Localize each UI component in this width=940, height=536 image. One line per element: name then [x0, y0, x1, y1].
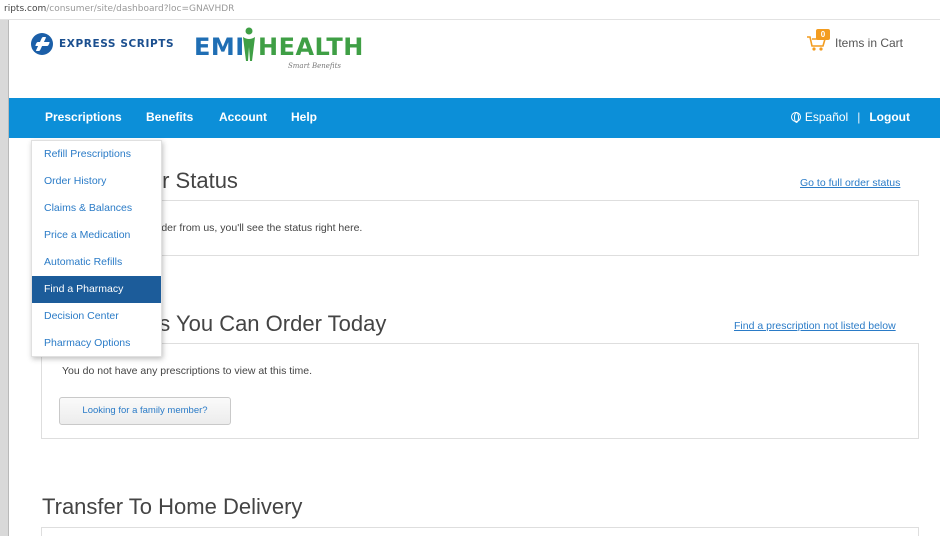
emi-logo-text: EMI — [194, 33, 245, 61]
site-header — [9, 20, 940, 98]
url-domain: ripts.com — [4, 4, 47, 14]
order-status-message: order from us, you'll see the status rig… — [152, 222, 363, 234]
emi-tagline: Smart Benefits — [288, 62, 342, 70]
prescriptions-today-title: ns You Can Order Today — [147, 311, 387, 336]
menu-item-claims-balances[interactable]: Claims & Balances — [32, 195, 161, 222]
menu-item-pharmacy-options[interactable]: Pharmacy Options — [32, 330, 161, 357]
menu-item-refill-prescriptions[interactable]: Refill Prescriptions — [32, 141, 161, 168]
logout-link[interactable]: Logout — [869, 110, 910, 124]
transfer-panel — [41, 527, 919, 536]
prescriptions-dropdown-menu: Refill Prescriptions Order History Claim… — [31, 140, 162, 357]
cart-icon: 0 — [806, 29, 830, 52]
emi-health-logo[interactable]: EMI HEALTH Smart Benefits — [194, 27, 384, 70]
main-navbar: Prescriptions Benefits Account Help Espa… — [9, 98, 940, 138]
express-scripts-logo-text: EXPRESS SCRIPTS — [59, 38, 175, 50]
nav-separator: | — [857, 110, 861, 124]
url-text[interactable]: ripts.com/consumer/site/dashboard?loc=GN… — [4, 4, 234, 14]
express-scripts-logo-icon — [31, 33, 53, 55]
full-order-status-link[interactable]: Go to full order status — [800, 177, 900, 189]
family-member-button[interactable]: Looking for a family member? — [59, 397, 231, 425]
nav-help[interactable]: Help — [291, 110, 317, 124]
cart-link[interactable]: 0 Items in Cart — [806, 29, 904, 52]
menu-item-order-history[interactable]: Order History — [32, 168, 161, 195]
cart-label: Items in Cart — [835, 36, 904, 50]
browser-url-bar[interactable]: ripts.com/consumer/site/dashboard?loc=GN… — [0, 0, 940, 20]
no-prescriptions-message: You do not have any prescriptions to vie… — [62, 365, 313, 377]
browser-left-edge — [0, 0, 9, 536]
url-path: /consumer/site/dashboard?loc=GNAVHDR — [46, 4, 235, 14]
nav-benefits[interactable]: Benefits — [146, 110, 193, 124]
find-prescription-link[interactable]: Find a prescription not listed below — [734, 320, 896, 332]
globe-icon — [790, 112, 801, 123]
menu-item-price-medication[interactable]: Price a Medication — [32, 222, 161, 249]
express-scripts-logo[interactable]: EXPRESS SCRIPTS — [31, 33, 174, 55]
espanol-link[interactable]: Español — [805, 110, 848, 124]
emi-person-icon — [243, 27, 255, 61]
nav-prescriptions[interactable]: Prescriptions — [45, 110, 122, 124]
menu-item-automatic-refills[interactable]: Automatic Refills — [32, 249, 161, 276]
nav-right-links: Español | Logout — [790, 110, 910, 124]
menu-item-decision-center[interactable]: Decision Center — [32, 303, 161, 330]
transfer-title: Transfer To Home Delivery — [42, 494, 303, 519]
health-logo-text: HEALTH — [258, 33, 364, 61]
menu-item-find-pharmacy[interactable]: Find a Pharmacy — [32, 276, 161, 303]
nav-account[interactable]: Account — [219, 110, 267, 124]
cart-count-badge: 0 — [816, 29, 830, 40]
